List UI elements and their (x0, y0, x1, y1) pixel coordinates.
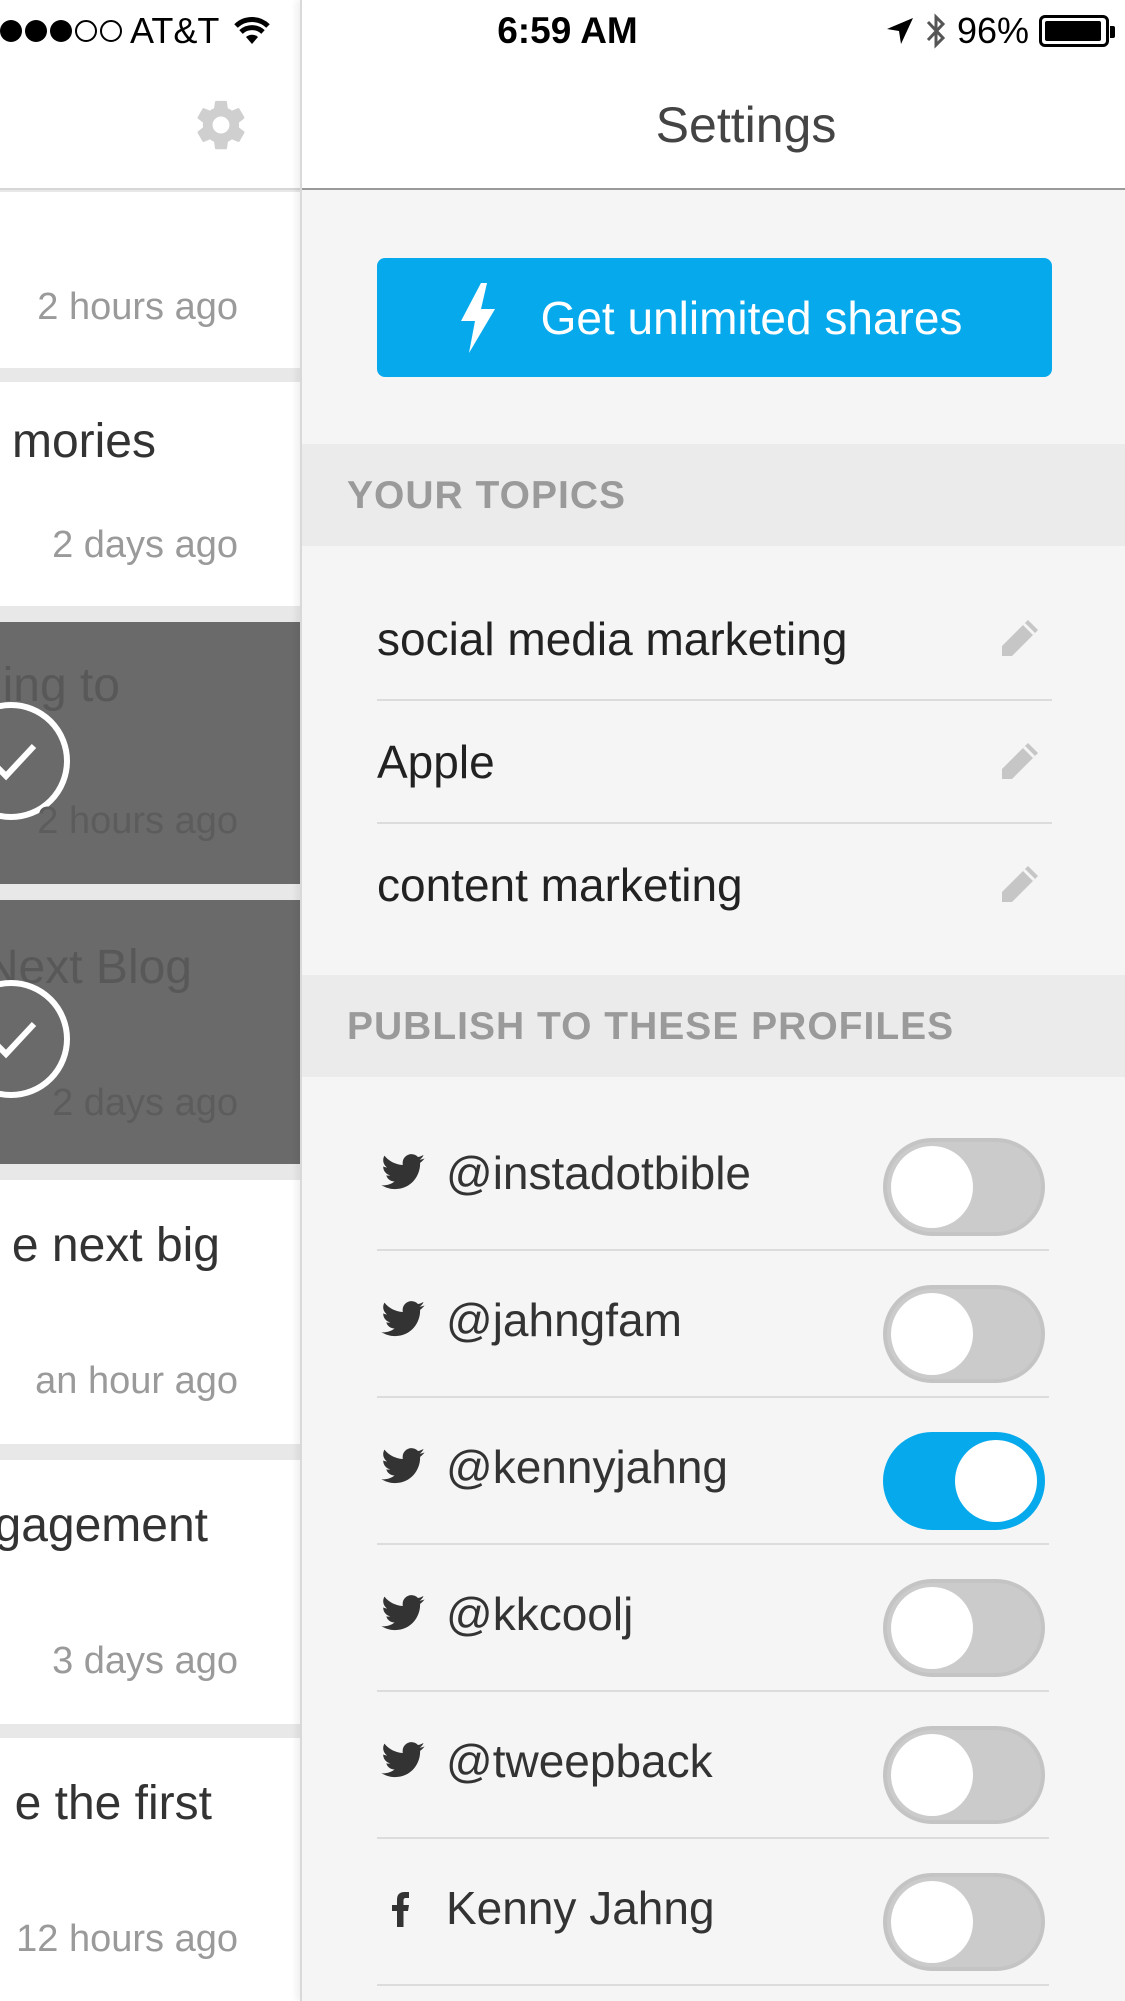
profile-name: Kenny Jahng (446, 1882, 715, 1934)
twitter-icon (381, 1154, 425, 1190)
profile-toggle[interactable] (883, 1579, 1045, 1677)
feed-card[interactable]: mories 2 days ago (0, 382, 300, 606)
profile-row: @instadotbible (377, 1104, 1049, 1251)
feed-card[interactable]: e the first 12 hours ago (0, 1738, 300, 2001)
twitter-icon (381, 1301, 425, 1337)
topic-label: social media marketing (377, 613, 848, 665)
profile-toggle[interactable] (883, 1873, 1045, 1971)
settings-drawer: Settings Get unlimited shares YOUR TOPIC… (300, 0, 1125, 2001)
profile-row: @tweepback (377, 1692, 1049, 1839)
topic-item[interactable]: social media marketing (377, 578, 1052, 701)
feed-card[interactable]: e next big an hour ago (0, 1180, 300, 1444)
gear-icon[interactable] (192, 96, 250, 154)
status-right: 96% (885, 10, 1115, 52)
battery-percent: 96% (956, 10, 1029, 51)
battery-icon (1039, 15, 1115, 47)
profile-toggle[interactable] (883, 1285, 1045, 1383)
topic-item[interactable]: Apple (377, 701, 1052, 824)
feed-card[interactable]: 2 hours ago (0, 192, 300, 368)
twitter-icon (381, 1448, 425, 1484)
upgrade-label: Get unlimited shares (540, 291, 963, 344)
feed-card[interactable]: gagement 3 days ago (0, 1460, 300, 1724)
feed-card-time: 12 hours ago (16, 1918, 238, 1960)
feed-card-time: 2 days ago (52, 524, 238, 566)
profile-toggle[interactable] (883, 1432, 1045, 1530)
feed-card-title: mories (11, 415, 156, 468)
feed-card-title: e the first (14, 1777, 212, 1830)
section-header-profiles: PUBLISH TO THESE PROFILES (302, 975, 1125, 1077)
profile-row: @kennyjahng (377, 1398, 1049, 1545)
bluetooth-icon (926, 13, 946, 49)
profile-toggle[interactable] (883, 1138, 1045, 1236)
feed-card-selected[interactable]: Next Blog 2 days ago (0, 900, 300, 1164)
profile-name: @kkcoolj (446, 1588, 634, 1640)
profile-name: @instadotbible (446, 1147, 751, 1199)
profile-toggle[interactable] (883, 1726, 1045, 1824)
twitter-icon (381, 1742, 425, 1778)
feed-panel: 2 hours ago mories 2 days ago ing to 2 h… (0, 0, 300, 2001)
location-arrow-icon (886, 18, 913, 44)
pencil-icon[interactable] (998, 862, 1042, 906)
lightning-bolt-icon (460, 282, 495, 353)
profile-row: Kenny Jahng (377, 1839, 1049, 1986)
status-bar: AT&T 6:59 AM 96% (0, 0, 1125, 62)
section-title: YOUR TOPICS (347, 474, 626, 517)
feed-card-time: 2 hours ago (37, 800, 238, 842)
twitter-icon (381, 1595, 425, 1631)
feed-card-title: gagement (0, 1499, 208, 1552)
profile-row: @kkcoolj (377, 1545, 1049, 1692)
feed-card-time: 2 hours ago (37, 286, 238, 328)
feed-card-time: 3 days ago (52, 1640, 238, 1682)
topic-label: content marketing (377, 859, 743, 911)
checkmark-icon (0, 980, 70, 1098)
get-unlimited-shares-button[interactable]: Get unlimited shares (377, 258, 1052, 377)
topic-label: Apple (377, 736, 495, 788)
section-title: PUBLISH TO THESE PROFILES (347, 1005, 955, 1048)
feed-card-title: e next big (11, 1219, 220, 1272)
profile-name: @kennyjahng (446, 1441, 728, 1493)
pencil-icon[interactable] (998, 616, 1042, 660)
profile-name: @tweepback (446, 1735, 713, 1787)
feed-card-selected[interactable]: ing to 2 hours ago (0, 622, 300, 884)
topic-item[interactable]: content marketing (377, 824, 1052, 947)
feed-card-time: an hour ago (35, 1360, 238, 1402)
feed-card-time: 2 days ago (52, 1082, 238, 1124)
section-header-topics: YOUR TOPICS (302, 444, 1125, 546)
page-title: Settings (655, 97, 837, 153)
pencil-icon[interactable] (998, 739, 1042, 783)
facebook-icon (392, 1892, 409, 1927)
profile-name: @jahngfam (446, 1294, 682, 1346)
profile-row: @jahngfam (377, 1251, 1049, 1398)
